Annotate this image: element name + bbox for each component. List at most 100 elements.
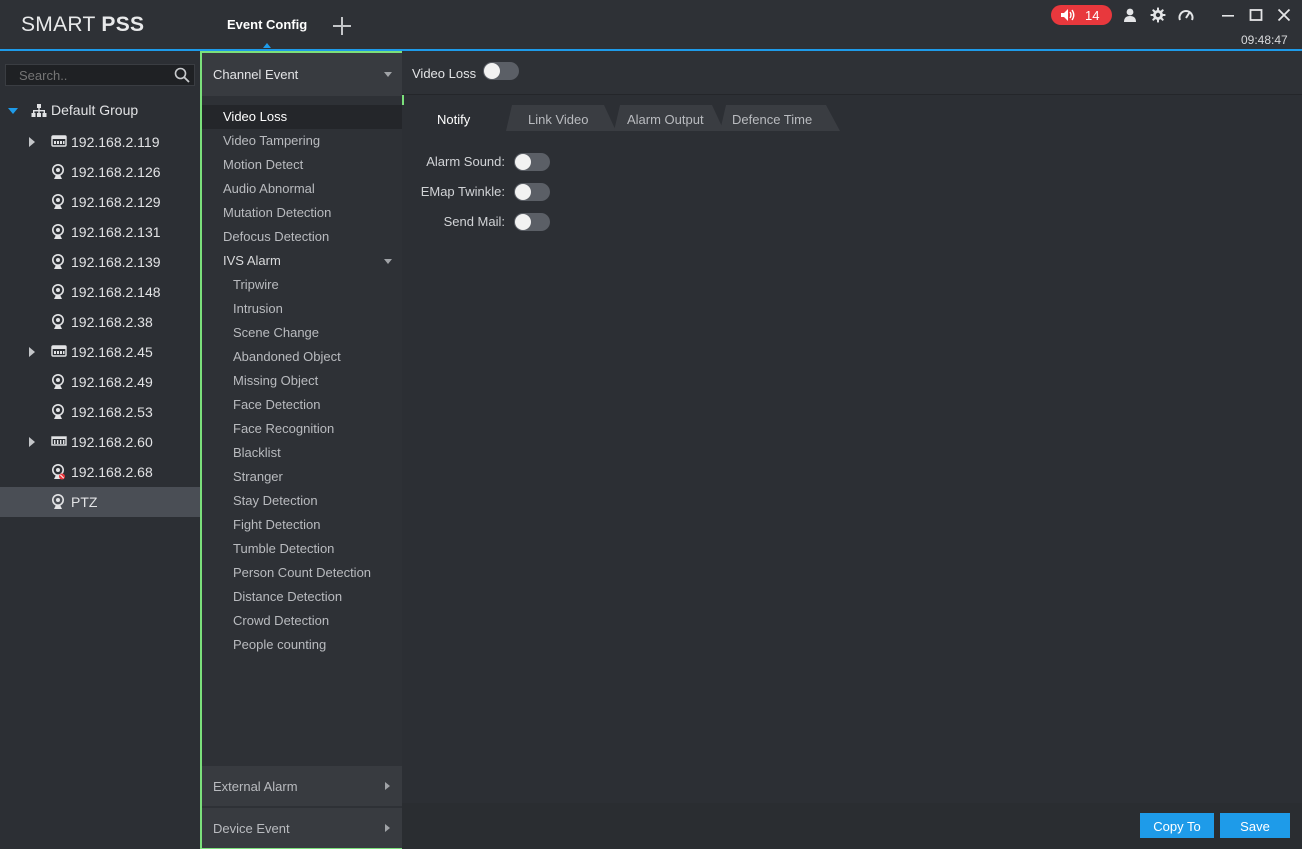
ivs-event-item[interactable]: Person Count Detection xyxy=(202,561,402,585)
device-tree-item[interactable]: 192.168.2.68 xyxy=(0,457,200,487)
clock: 09:48:47 xyxy=(1241,33,1288,47)
setting-toggle[interactable] xyxy=(514,153,550,171)
event-item[interactable]: Mutation Detection xyxy=(202,201,402,225)
device-tree-item[interactable]: 192.168.2.60 xyxy=(0,427,200,457)
minimize-icon[interactable] xyxy=(1220,7,1236,23)
setting-label: Send Mail: xyxy=(443,214,505,229)
add-tab-icon[interactable] xyxy=(330,14,354,38)
device-tree-item[interactable]: 192.168.2.38 xyxy=(0,307,200,337)
ivs-event-item[interactable]: Abandoned Object xyxy=(202,345,402,369)
ivs-event-label: Face Recognition xyxy=(233,421,335,436)
device-tree-item[interactable]: 192.168.2.129 xyxy=(0,187,200,217)
external-alarm-label: External Alarm xyxy=(213,779,298,794)
device-tree-item[interactable]: 192.168.2.53 xyxy=(0,397,200,427)
title-bar: SMART PSS Event Config 14 09:48:47 xyxy=(0,0,1302,51)
event-item[interactable]: Audio Abnormal xyxy=(202,177,402,201)
ivs-event-label: Stranger xyxy=(233,469,283,484)
channel-event-label: Channel Event xyxy=(213,67,299,82)
dvr-icon xyxy=(51,434,67,451)
ivs-event-label: Blacklist xyxy=(233,445,281,460)
event-item[interactable]: Defocus Detection xyxy=(202,225,402,249)
device-tree-item[interactable]: 192.168.2.45 xyxy=(0,337,200,367)
device-label: PTZ xyxy=(71,494,98,510)
chevron-right-icon xyxy=(385,824,390,832)
device-tree: Default Group 192.168.2.119 192.168.2.126… xyxy=(0,51,200,849)
ivs-event-item[interactable]: Face Detection xyxy=(202,393,402,417)
ivs-event-label: Fight Detection xyxy=(233,517,321,532)
device-label: 192.168.2.131 xyxy=(71,224,161,240)
ivs-event-item[interactable]: People counting xyxy=(202,633,402,657)
device-label: 192.168.2.148 xyxy=(71,284,161,300)
setting-label: Alarm Sound: xyxy=(426,154,505,169)
event-item-label: Video Tampering xyxy=(223,133,321,148)
ivs-event-item[interactable]: Fight Detection xyxy=(202,513,402,537)
gear-icon[interactable] xyxy=(1150,7,1166,23)
ivs-event-item[interactable]: Tripwire xyxy=(202,273,402,297)
external-alarm-section[interactable]: External Alarm xyxy=(202,766,402,806)
ivs-event-item[interactable]: Tumble Detection xyxy=(202,537,402,561)
device-tree-item[interactable]: 192.168.2.49 xyxy=(0,367,200,397)
device-label: 192.168.2.119 xyxy=(71,134,160,150)
maximize-icon[interactable] xyxy=(1248,7,1264,23)
event-item-label: Video Loss xyxy=(223,109,288,124)
device-event-label: Device Event xyxy=(213,821,290,836)
alarm-badge[interactable]: 14 xyxy=(1051,5,1112,25)
device-label: 192.168.2.126 xyxy=(71,164,161,180)
ivs-alarm-group[interactable]: IVS Alarm xyxy=(202,249,402,273)
ivs-event-item[interactable]: Blacklist xyxy=(202,441,402,465)
ivs-event-label: Tripwire xyxy=(233,277,279,292)
device-tree-item[interactable]: 192.168.2.119 xyxy=(0,127,200,157)
save-button[interactable]: Save xyxy=(1220,813,1290,838)
device-event-section[interactable]: Device Event xyxy=(202,808,402,848)
camera-icon xyxy=(51,314,65,333)
copy-to-button[interactable]: Copy To xyxy=(1140,813,1214,838)
device-label: 192.168.2.68 xyxy=(71,464,153,480)
search-icon[interactable] xyxy=(174,67,190,83)
setting-toggle[interactable] xyxy=(514,213,550,231)
event-item-label: Audio Abnormal xyxy=(223,181,315,196)
device-group[interactable]: Default Group xyxy=(0,99,200,123)
ivs-event-item[interactable]: Face Recognition xyxy=(202,417,402,441)
device-tree-item[interactable]: 192.168.2.126 xyxy=(0,157,200,187)
collapse-arrow-icon[interactable] xyxy=(8,108,18,114)
device-label: 192.168.2.45 xyxy=(71,344,153,360)
channel-event-header[interactable]: Channel Event xyxy=(202,53,402,96)
expand-arrow-icon[interactable] xyxy=(29,437,35,447)
user-icon[interactable] xyxy=(1122,7,1138,23)
device-tree-item[interactable]: 192.168.2.139 xyxy=(0,247,200,277)
camera-icon xyxy=(51,254,65,273)
nvr-icon xyxy=(51,344,67,361)
event-item-label: IVS Alarm xyxy=(223,253,281,268)
close-icon[interactable] xyxy=(1276,7,1292,23)
setting-row: EMap Twinkle: xyxy=(402,182,505,202)
expand-arrow-icon[interactable] xyxy=(29,347,35,357)
tab-event-config[interactable]: Event Config xyxy=(212,0,322,49)
ivs-event-item[interactable]: Crowd Detection xyxy=(202,609,402,633)
device-tree-item[interactable]: 192.168.2.131 xyxy=(0,217,200,247)
event-item[interactable]: Video Tampering xyxy=(202,129,402,153)
ivs-event-item[interactable]: Stranger xyxy=(202,465,402,489)
ivs-event-item[interactable]: Scene Change xyxy=(202,321,402,345)
ivs-event-item[interactable]: Stay Detection xyxy=(202,489,402,513)
ivs-event-item[interactable]: Distance Detection xyxy=(202,585,402,609)
video-loss-enable-toggle[interactable] xyxy=(483,62,519,80)
performance-gauge-icon[interactable] xyxy=(1178,7,1194,23)
nvr-icon xyxy=(51,134,67,151)
group-label: Default Group xyxy=(51,102,139,118)
event-item[interactable]: Video Loss xyxy=(202,105,402,129)
setting-label: EMap Twinkle: xyxy=(420,184,505,199)
expand-arrow-icon[interactable] xyxy=(29,137,35,147)
setting-toggle[interactable] xyxy=(514,183,550,201)
event-item-label: Mutation Detection xyxy=(223,205,332,220)
ivs-event-item[interactable]: Intrusion xyxy=(202,297,402,321)
device-label: 192.168.2.129 xyxy=(71,194,161,210)
device-tree-item[interactable]: PTZ xyxy=(0,487,200,517)
camera-icon xyxy=(51,374,65,393)
camera-offline-icon xyxy=(51,464,65,483)
toggle-knob xyxy=(484,63,500,79)
setting-row: Send Mail: xyxy=(402,212,505,232)
event-item[interactable]: Motion Detect xyxy=(202,153,402,177)
search-input[interactable] xyxy=(6,65,179,85)
ivs-event-item[interactable]: Missing Object xyxy=(202,369,402,393)
device-tree-item[interactable]: 192.168.2.148 xyxy=(0,277,200,307)
